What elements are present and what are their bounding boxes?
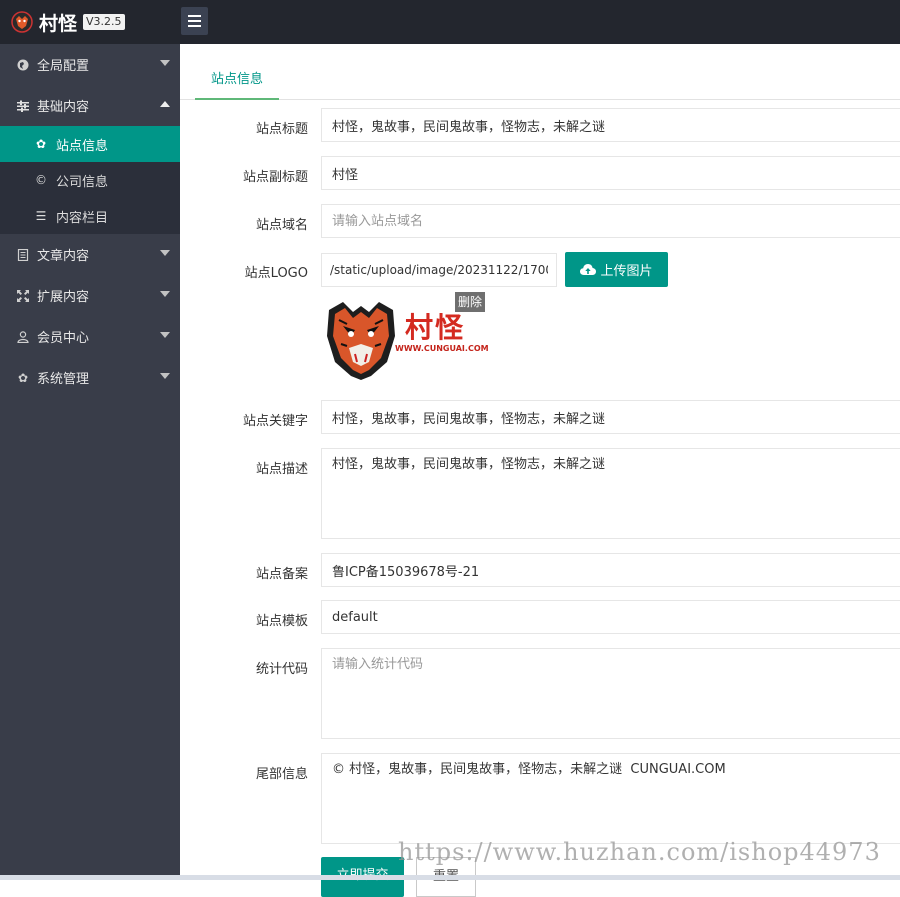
logo-preview-text: 村怪 bbox=[405, 311, 466, 344]
sidebar-item-company-info[interactable]: © 公司信息 bbox=[0, 162, 180, 198]
sidebar-item-label: 站点信息 bbox=[56, 138, 109, 154]
cloud-upload-icon bbox=[580, 264, 597, 275]
sidebar-group-label: 系统管理 bbox=[37, 372, 90, 387]
sidebar-group-basic-content[interactable]: 基础内容 bbox=[0, 85, 180, 126]
gear-icon: ✿ bbox=[35, 137, 47, 151]
user-icon bbox=[17, 330, 29, 343]
field-label: 站点LOGO bbox=[244, 266, 308, 281]
taskbar-strip bbox=[0, 875, 900, 880]
sidebar-group-articles[interactable]: 文章内容 bbox=[0, 234, 180, 275]
chevron-up-icon bbox=[160, 101, 170, 107]
field-label: 尾部信息 bbox=[255, 767, 308, 782]
chevron-down-icon bbox=[160, 250, 170, 256]
sidebar-group-extensions[interactable]: 扩展内容 bbox=[0, 275, 180, 316]
sidebar-item-site-info[interactable]: ✿ 站点信息 bbox=[0, 126, 180, 162]
copyright-icon: © bbox=[35, 173, 47, 187]
chevron-down-icon bbox=[160, 332, 170, 338]
field-label: 站点副标题 bbox=[242, 170, 308, 185]
upload-button-label: 上传图片 bbox=[600, 264, 653, 279]
tiger-logo-icon bbox=[327, 302, 395, 380]
main-content: 站点信息 站点标题 站点副标题 站点域名 站点LOGO 上传图片 bbox=[180, 44, 900, 897]
app-title: 村怪 bbox=[39, 12, 78, 35]
site-title-input[interactable] bbox=[321, 108, 900, 142]
sidebar-group-label: 扩展内容 bbox=[37, 290, 90, 305]
gear-icon: ✿ bbox=[17, 370, 29, 385]
sidebar-group-label: 会员中心 bbox=[37, 331, 90, 346]
site-keywords-input[interactable] bbox=[321, 400, 900, 434]
sidebar-group-label: 全局配置 bbox=[37, 59, 90, 74]
globe-icon bbox=[17, 59, 29, 71]
chevron-down-icon bbox=[160, 60, 170, 66]
field-label: 站点模板 bbox=[255, 614, 308, 629]
field-label: 统计代码 bbox=[255, 662, 308, 677]
field-label: 站点备案 bbox=[255, 567, 308, 582]
footer-info-textarea[interactable]: © 村怪，鬼故事，民间鬼故事，怪物志，未解之谜 CUNGUAI.COM bbox=[321, 753, 900, 844]
site-domain-input[interactable] bbox=[321, 204, 900, 238]
site-subtitle-input[interactable] bbox=[321, 156, 900, 190]
sliders-icon bbox=[17, 100, 29, 112]
sidebar: 全局配置 基础内容 ✿ 站点信息 © 公司信息 ☰ 内容栏目 文章内容 扩展内容… bbox=[0, 44, 180, 880]
site-template-input[interactable] bbox=[321, 600, 900, 634]
sidebar-group-label: 文章内容 bbox=[37, 249, 90, 264]
tab-bar: 站点信息 bbox=[180, 68, 900, 100]
watermark-text: https://www.huzhan.com/ishop44973 bbox=[398, 838, 881, 866]
brand: 村怪 V3.2.5 bbox=[0, 0, 180, 44]
sidebar-group-global-config[interactable]: 全局配置 bbox=[0, 44, 180, 85]
site-description-textarea[interactable]: 村怪，鬼故事，民间鬼故事，怪物志，未解之谜 bbox=[321, 448, 900, 539]
sidebar-item-content-columns[interactable]: ☰ 内容栏目 bbox=[0, 198, 180, 234]
delete-image-button[interactable]: 删除 bbox=[455, 292, 486, 312]
version-badge: V3.2.5 bbox=[83, 14, 125, 30]
hamburger-icon bbox=[188, 15, 201, 17]
document-icon bbox=[17, 248, 29, 261]
field-label: 站点域名 bbox=[255, 218, 308, 233]
field-label: 站点关键字 bbox=[242, 414, 308, 429]
tiger-logo-icon bbox=[10, 10, 34, 34]
sidebar-group-system[interactable]: ✿ 系统管理 bbox=[0, 357, 180, 398]
sidebar-item-label: 公司信息 bbox=[56, 174, 109, 190]
sidebar-item-label: 内容栏目 bbox=[56, 210, 109, 226]
logo-preview-url: WWW.CUNGUAI.COM bbox=[395, 344, 489, 353]
site-icp-input[interactable] bbox=[321, 553, 900, 587]
expand-icon bbox=[17, 289, 29, 302]
menu-toggle-button[interactable] bbox=[181, 7, 208, 35]
logo-path-input[interactable] bbox=[321, 253, 557, 287]
tab-site-info[interactable]: 站点信息 bbox=[195, 68, 279, 100]
field-label: 站点描述 bbox=[255, 462, 308, 477]
statistics-code-textarea[interactable] bbox=[321, 648, 900, 739]
sidebar-group-members[interactable]: 会员中心 bbox=[0, 316, 180, 357]
sidebar-subnav: ✿ 站点信息 © 公司信息 ☰ 内容栏目 bbox=[0, 126, 180, 234]
field-label: 站点标题 bbox=[255, 122, 308, 137]
chevron-down-icon bbox=[160, 291, 170, 297]
sidebar-group-label: 基础内容 bbox=[37, 100, 90, 115]
chevron-down-icon bbox=[160, 373, 170, 379]
list-icon: ☰ bbox=[35, 209, 47, 223]
top-bar: 村怪 V3.2.5 bbox=[0, 0, 900, 44]
upload-image-button[interactable]: 上传图片 bbox=[565, 252, 668, 287]
